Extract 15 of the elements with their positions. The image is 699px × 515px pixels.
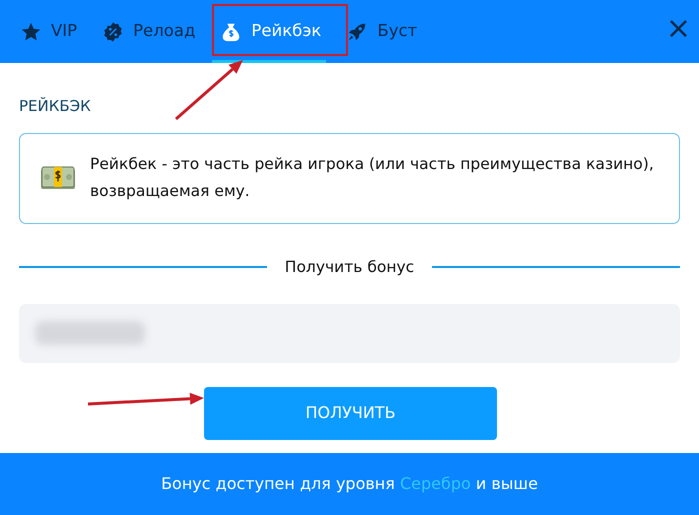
- tab[interactable]: VIP: [8, 0, 90, 63]
- tab[interactable]: Релоад: [90, 0, 208, 63]
- banknote-icon: [40, 164, 76, 192]
- percent-badge-icon: [102, 20, 124, 42]
- footer-text: Бонус доступен для уровня Серебро и выше: [161, 473, 538, 495]
- input-field[interactable]: [19, 304, 680, 363]
- divider-label: Получить бонус: [284, 256, 414, 278]
- get-button[interactable]: ПОЛУЧИТЬ: [204, 386, 497, 440]
- info-text: Рейкбек - это часть рейка игрока (или часть преимущества казино), возвращаемая ему.: [90, 154, 655, 202]
- close-button[interactable]: ×: [658, 14, 699, 50]
- tab[interactable]: Буст: [334, 0, 430, 63]
- arrow: [175, 60, 243, 120]
- tab[interactable]: Рейкбэк: [208, 0, 334, 63]
- star-icon: [20, 20, 42, 42]
- section-title: РЕЙКБЭК: [19, 96, 92, 117]
